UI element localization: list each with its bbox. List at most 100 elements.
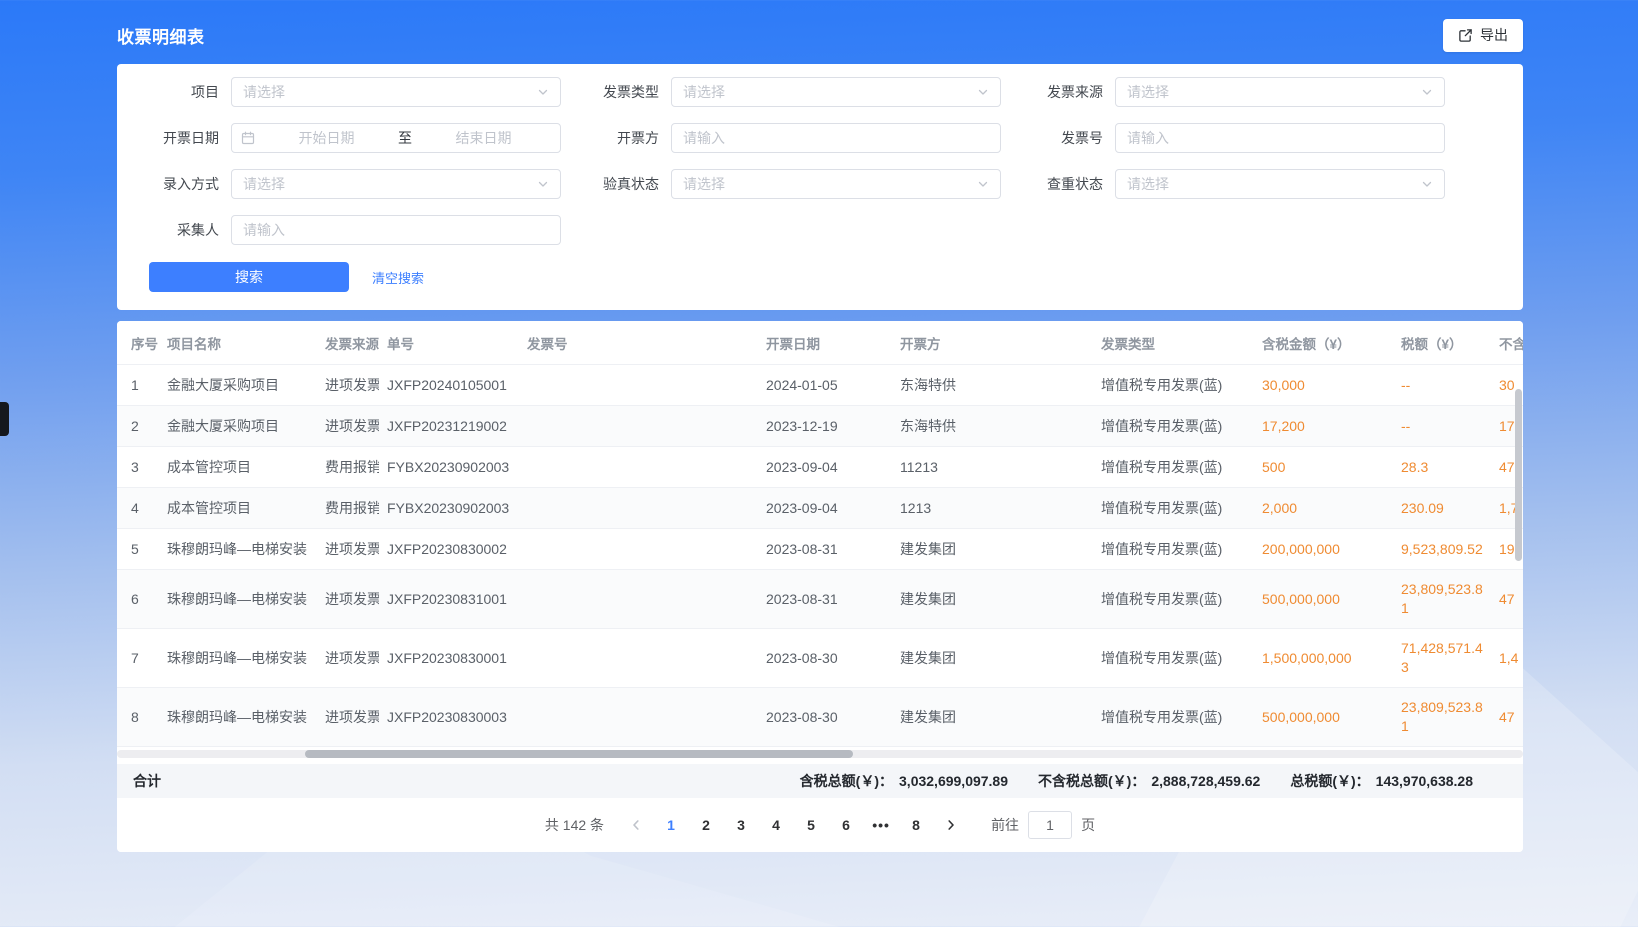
form-field-invoice-no: 发票号	[1017, 123, 1461, 153]
goto-label: 前往	[991, 815, 1019, 835]
cell-tax: --	[1393, 365, 1491, 405]
cell-no: 8	[117, 688, 159, 746]
search-button[interactable]: 搜索	[149, 262, 349, 292]
page-button-1[interactable]: 1	[656, 810, 686, 840]
form-field-issuer: 开票方	[573, 123, 1017, 153]
cell-source: 费用报销	[317, 447, 379, 487]
cell-type: 增值税专用发票(蓝)	[1093, 365, 1254, 405]
page-button-6[interactable]: 6	[831, 810, 861, 840]
entry-method-select[interactable]: 请选择	[231, 169, 561, 199]
cell-issuer: 东海特供	[892, 406, 1093, 446]
cell-type: 增值税专用发票(蓝)	[1093, 629, 1254, 687]
column-header-date: 开票日期	[758, 321, 892, 364]
cell-tax: 9,523,809.52	[1393, 529, 1491, 569]
field-label: 开票日期	[133, 128, 231, 148]
cell-tax: 23,809,523.81	[1393, 688, 1491, 746]
form-field-collector: 采集人	[133, 215, 573, 245]
export-label: 导出	[1480, 25, 1508, 45]
cell-date: 2023-09-04	[758, 488, 892, 528]
page-button-8[interactable]: 8	[901, 810, 931, 840]
more-pages-button[interactable]: •••	[866, 810, 896, 840]
cell-no: 1	[117, 365, 159, 405]
record-count: 共 142 条	[545, 815, 604, 835]
cell-project: 珠穆朗玛峰—电梯安装	[159, 688, 317, 746]
cell-amount_incl: 200,000,000	[1254, 529, 1393, 569]
cell-issuer: 建发集团	[892, 529, 1093, 569]
clear-search-link[interactable]: 清空搜索	[372, 268, 424, 287]
cell-amount_incl: 2,000	[1254, 488, 1393, 528]
cell-order_no: JXFP20230830003	[379, 688, 519, 746]
cell-project: 金融大厦采购项目	[159, 406, 317, 446]
invoice-source-select[interactable]: 请选择	[1115, 77, 1445, 107]
issuer-input[interactable]	[671, 123, 1001, 153]
cell-date: 2023-08-30	[758, 629, 892, 687]
chevron-down-icon	[537, 178, 549, 190]
cell-amount_incl: 500,000,000	[1254, 570, 1393, 628]
drawer-handle[interactable]	[0, 402, 9, 436]
dup-status-select[interactable]: 请选择	[1115, 169, 1445, 199]
next-page-button[interactable]	[936, 810, 966, 840]
table-row: 3成本管控项目费用报销FYBX202309020032023-09-041121…	[117, 447, 1523, 488]
prev-page-button[interactable]	[621, 810, 651, 840]
chevron-down-icon	[977, 178, 989, 190]
page-button-2[interactable]: 2	[691, 810, 721, 840]
cell-invoice_no	[519, 529, 758, 569]
page-title: 收票明细表	[117, 23, 205, 48]
cell-tax: 28.3	[1393, 447, 1491, 487]
field-label: 录入方式	[133, 174, 231, 194]
summary-values: 含税总额(￥)：3,032,699,097.89 不含税总额(￥)：2,888,…	[800, 771, 1473, 791]
table-row: 2金融大厦采购项目进项发票JXFP202312190022023-12-19东海…	[117, 406, 1523, 447]
table-row: 6珠穆朗玛峰—电梯安装进项发票JXFP202308310012023-08-31…	[117, 570, 1523, 629]
cell-tax: 230.09	[1393, 488, 1491, 528]
cell-issuer: 建发集团	[892, 688, 1093, 746]
cell-issuer: 1213	[892, 488, 1093, 528]
invoice-no-input[interactable]	[1115, 123, 1445, 153]
main-content: 收票明细表 导出 项目请选择发票类型请选择发票来源请选择开票日期开始日期至结束日…	[117, 0, 1523, 852]
cell-date: 2023-08-31	[758, 570, 892, 628]
horizontal-scrollbar-track[interactable]	[117, 750, 1523, 758]
cell-order_no: FYBX20230902003	[379, 447, 519, 487]
cell-invoice_no	[519, 447, 758, 487]
cell-source: 进项发票	[317, 365, 379, 405]
table-body: 1金融大厦采购项目进项发票JXFP202401050012024-01-05东海…	[117, 365, 1523, 747]
page-button-4[interactable]: 4	[761, 810, 791, 840]
column-header-no: 序号	[117, 321, 159, 364]
page-button-5[interactable]: 5	[796, 810, 826, 840]
invoice-date-range-picker[interactable]: 开始日期至结束日期	[231, 123, 561, 153]
table-row: 4成本管控项目费用报销FYBX202309020032023-09-041213…	[117, 488, 1523, 529]
cell-amount_incl: 30,000	[1254, 365, 1393, 405]
cell-order_no: JXFP20231219002	[379, 406, 519, 446]
cell-source: 进项发票	[317, 688, 379, 746]
cell-source: 进项发票	[317, 529, 379, 569]
cell-date: 2023-09-04	[758, 447, 892, 487]
form-field-entry-method: 录入方式请选择	[133, 169, 573, 199]
field-label: 开票方	[573, 128, 671, 148]
select-placeholder: 请选择	[1127, 82, 1421, 102]
field-label: 查重状态	[1017, 174, 1115, 194]
project-select[interactable]: 请选择	[231, 77, 561, 107]
cell-order_no: JXFP20230830001	[379, 629, 519, 687]
invoice-type-select[interactable]: 请选择	[671, 77, 1001, 107]
chevron-down-icon	[1421, 86, 1433, 98]
collector-input[interactable]	[231, 215, 561, 245]
verify-status-select[interactable]: 请选择	[671, 169, 1001, 199]
chevron-down-icon	[977, 86, 989, 98]
cell-date: 2023-08-30	[758, 688, 892, 746]
horizontal-scrollbar-thumb[interactable]	[305, 750, 853, 758]
table-row: 8珠穆朗玛峰—电梯安装进项发票JXFP20230830003 2023-08-30…	[117, 688, 1523, 747]
cell-project: 成本管控项目	[159, 447, 317, 487]
chevron-left-icon	[630, 819, 642, 831]
cell-amount_incl: 500,000,000	[1254, 688, 1393, 746]
cell-source: 进项发票	[317, 406, 379, 446]
vertical-scrollbar-thumb[interactable]	[1515, 389, 1522, 561]
export-button[interactable]: 导出	[1443, 19, 1523, 52]
cell-no: 4	[117, 488, 159, 528]
goto-page-input[interactable]	[1028, 811, 1072, 839]
field-label: 发票来源	[1017, 82, 1115, 102]
search-actions: 搜索 清空搜索	[133, 262, 1507, 292]
column-header-tax: 税额（¥）	[1393, 321, 1491, 364]
page-button-3[interactable]: 3	[726, 810, 756, 840]
cell-source: 进项发票	[317, 629, 379, 687]
summary-total-tax: 总税额(￥)：143,970,638.28	[1290, 771, 1473, 791]
cell-project: 成本管控项目	[159, 488, 317, 528]
